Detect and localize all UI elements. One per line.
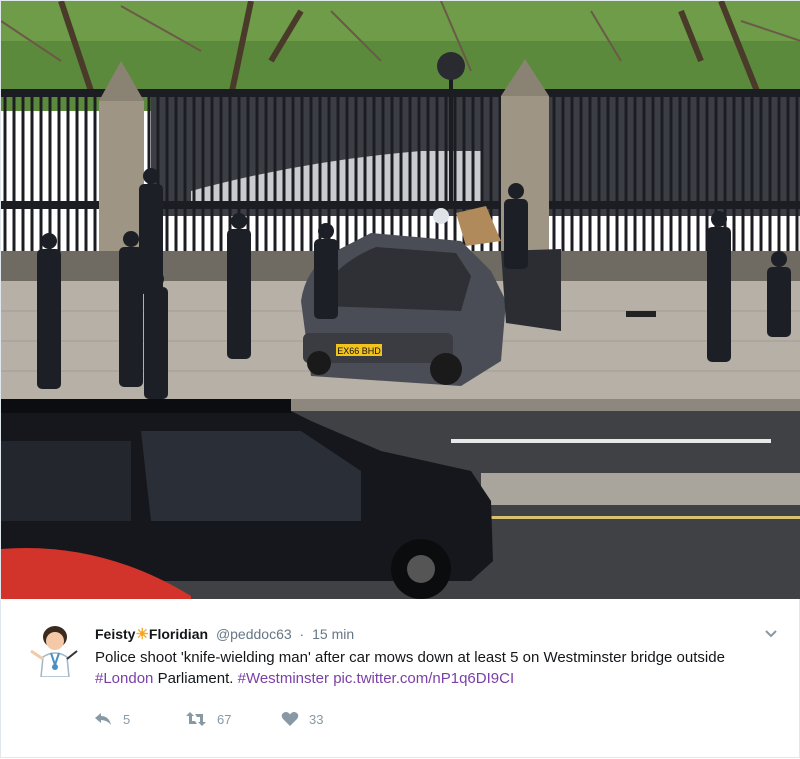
author-first-name: Feisty <box>95 626 136 642</box>
license-plate-text: EX66 BHD <box>337 346 381 356</box>
tweet-photo[interactable]: EX66 BHD <box>1 1 800 599</box>
like-count: 33 <box>309 711 324 727</box>
like-button[interactable]: 33 <box>281 711 323 727</box>
tweet-timestamp[interactable]: 15 min <box>312 626 354 642</box>
retweet-icon <box>185 711 207 727</box>
reply-button[interactable]: 5 <box>93 711 185 727</box>
hashtag-westminster[interactable]: #Westminster <box>238 670 329 687</box>
sun-emoji: ☀ <box>135 626 149 643</box>
tweet-header: Feisty☀Floridian @peddoc63 · 15 min <box>95 625 354 643</box>
retweet-count: 67 <box>217 711 232 727</box>
tweet-card: EX66 BHD Feisty☀Floridian @peddoc63 · 15… <box>0 0 800 758</box>
tweet-body: Feisty☀Floridian @peddoc63 · 15 min Poli… <box>1 599 800 759</box>
street-scene: EX66 BHD <box>1 1 800 599</box>
person-body <box>314 239 338 319</box>
person-body <box>767 267 791 337</box>
author-handle[interactable]: @peddoc63 <box>216 626 292 642</box>
tweet-text-part2: Parliament. <box>153 670 238 687</box>
tweet-text: Police shoot 'knife-wielding man' after … <box>95 647 775 689</box>
person-head <box>41 233 57 249</box>
header-separator: · <box>299 626 305 642</box>
person-body <box>227 229 251 359</box>
media-link[interactable]: pic.twitter.com/nP1q6DI9CI <box>333 670 514 687</box>
reply-count: 5 <box>123 711 131 727</box>
person-head <box>231 213 247 229</box>
person-head <box>318 223 334 239</box>
reply-icon <box>93 711 113 727</box>
tweet-text-part1: Police shoot 'knife-wielding man' after … <box>95 649 725 666</box>
author-display-name[interactable]: Feisty☀Floridian <box>95 626 212 643</box>
person-head <box>143 168 159 184</box>
person-body <box>144 287 168 399</box>
person-body <box>37 249 61 389</box>
author-last-name: Floridian <box>148 626 209 642</box>
person-head <box>123 231 139 247</box>
tweet-actions: 5 67 33 <box>93 711 323 727</box>
person-head <box>508 183 524 199</box>
retweet-button[interactable]: 67 <box>185 711 281 727</box>
hashtag-london[interactable]: #London <box>95 670 153 687</box>
like-icon <box>281 711 299 727</box>
person-head <box>148 271 164 287</box>
person-body <box>504 199 528 269</box>
person-head <box>711 211 727 227</box>
author-avatar[interactable] <box>27 621 83 678</box>
chevron-down-icon[interactable] <box>763 625 779 641</box>
person-body <box>707 227 731 362</box>
person-head <box>771 251 787 267</box>
